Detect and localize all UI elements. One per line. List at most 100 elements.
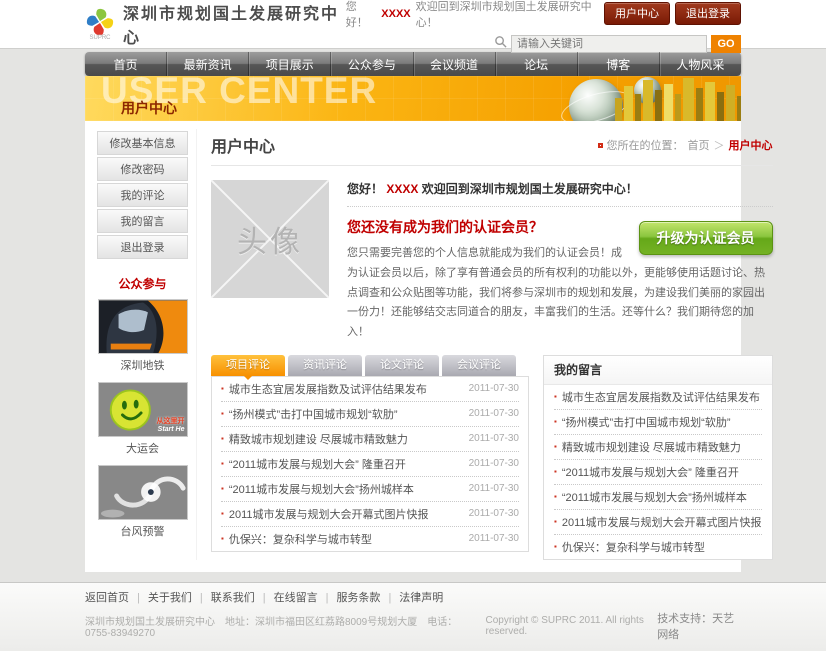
nav-item-label: 论坛: [524, 56, 548, 73]
comment-row[interactable]: ▪ 城市生态宜居发展指数及试评估结果发布 2011-07-30: [221, 377, 519, 402]
comment-date: 2011-07-30: [469, 483, 519, 494]
nav-item-label: 首页: [114, 56, 138, 73]
bullet-icon: ▪: [554, 517, 557, 526]
footer-link[interactable]: 法律声明: [380, 592, 443, 604]
comment-row[interactable]: ▪ 精致城市规划建设 尽展城市精致魅力 2011-07-30: [221, 427, 519, 452]
banner-title-cn: 用户中心: [121, 98, 177, 118]
comment-title[interactable]: “2011城市发展与规划大会”扬州城样本: [229, 481, 463, 497]
participation-thumbnail[interactable]: [98, 465, 188, 520]
nav-item-label: 最新资讯: [184, 56, 232, 73]
typhoon-image: [99, 466, 188, 520]
nav-item[interactable]: 论坛: [495, 52, 577, 76]
participation-item[interactable]: 从这里开Start He 大运会: [97, 382, 188, 456]
thumbnail-overlay-text: 从这里开Start He: [157, 418, 185, 434]
avatar-placeholder-label: 头像: [237, 217, 303, 261]
breadcrumb-label: 您所在的位置：: [607, 137, 684, 153]
top-header: SUPRC 深圳市规划国土发展研究中心 您好！ XXXX 欢迎回到深圳市规划国土…: [0, 0, 826, 49]
comment-title[interactable]: 仇保兴：复杂科学与城市转型: [229, 531, 463, 547]
comment-tab[interactable]: 项目评论: [211, 355, 285, 376]
sidebar-menu-item[interactable]: 修改密码: [97, 157, 188, 181]
footer-link[interactable]: 联系我们: [192, 592, 255, 604]
message-title[interactable]: “扬州模式”击打中国城市规划“软肋”: [562, 414, 762, 430]
nav-item-label: 项目展示: [266, 56, 314, 73]
search-input[interactable]: [511, 35, 707, 53]
message-title[interactable]: “2011城市发展与规划大会”扬州城样本: [562, 489, 762, 505]
nav-item[interactable]: 最新资讯: [166, 52, 248, 76]
nav-item[interactable]: 会议频道: [413, 52, 495, 76]
participation-caption[interactable]: 台风预警: [97, 523, 188, 539]
bullet-icon: ▪: [221, 409, 224, 418]
comment-row[interactable]: ▪ 2011城市发展与规划大会开幕式图片快报 2011-07-30: [221, 502, 519, 527]
sidebar-menu-item[interactable]: 退出登录: [97, 235, 188, 259]
breadcrumb-home[interactable]: 首页: [688, 137, 710, 153]
message-row[interactable]: ▪ 2011城市发展与规划大会开幕式图片快报: [554, 510, 762, 535]
logo-icon: SUPRC: [85, 7, 115, 41]
message-row[interactable]: ▪ 仇保兴：复杂科学与城市转型: [554, 535, 762, 559]
comment-date: 2011-07-30: [469, 458, 519, 469]
search-go-button[interactable]: GO: [711, 35, 741, 53]
location-icon: [598, 143, 603, 148]
site-logo-block[interactable]: SUPRC 深圳市规划国土发展研究中心: [85, 0, 346, 48]
bullet-icon: ▪: [221, 434, 224, 443]
sidebar-menu-item[interactable]: 我的留言: [97, 209, 188, 233]
footer-copyright: Copyright © SUPRC 2011. All rights reser…: [485, 615, 657, 637]
footer-link[interactable]: 返回首页: [85, 592, 129, 604]
comment-title[interactable]: 城市生态宜居发展指数及试评估结果发布: [229, 381, 463, 397]
footer-link[interactable]: 关于我们: [129, 592, 192, 604]
bullet-icon: ▪: [221, 459, 224, 468]
comment-title[interactable]: 2011城市发展与规划大会开幕式图片快报: [229, 506, 463, 522]
participation-item[interactable]: 台风预警: [97, 465, 188, 539]
nav-item[interactable]: 博客: [577, 52, 659, 76]
nav-item[interactable]: 项目展示: [248, 52, 330, 76]
nav-item[interactable]: 公众参与: [330, 52, 412, 76]
main-nav: 首页 最新资讯 项目展示 公众参与 会议频道 论坛 博客 人物风采: [85, 52, 741, 76]
comment-title[interactable]: “扬州模式”击打中国城市规划“软肋”: [229, 406, 463, 422]
message-row[interactable]: ▪ “2011城市发展与规划大会”扬州城样本: [554, 485, 762, 510]
cta-text: 您只需要完善您的个人信息就能成为我们的认证会员！成为认证会员以后，除了享有普通会…: [347, 244, 773, 343]
message-title[interactable]: “2011城市发展与规划大会” 隆重召开: [562, 464, 762, 480]
message-row[interactable]: ▪ “2011城市发展与规划大会” 隆重召开: [554, 460, 762, 485]
message-title[interactable]: 精致城市规划建设 尽展城市精致魅力: [562, 439, 762, 455]
nav-item[interactable]: 首页: [85, 52, 166, 76]
comment-tab[interactable]: 会议评论: [442, 355, 516, 376]
bullet-icon: ▪: [554, 467, 557, 476]
message-title[interactable]: 城市生态宜居发展指数及试评估结果发布: [562, 389, 762, 405]
comment-row[interactable]: ▪ “2011城市发展与规划大会” 隆重召开 2011-07-30: [221, 452, 519, 477]
sidebar-menu-item[interactable]: 我的评论: [97, 183, 188, 207]
breadcrumb-separator: ＞: [714, 137, 725, 153]
nav-item[interactable]: 人物风采: [659, 52, 741, 76]
participation-item[interactable]: 深圳地铁: [97, 299, 188, 373]
participation-thumbnail[interactable]: 从这里开Start He: [98, 382, 188, 437]
sidebar-menu-item[interactable]: 修改基本信息: [97, 131, 188, 155]
logout-button[interactable]: 退出登录: [675, 2, 741, 25]
message-title[interactable]: 2011城市发展与规划大会开幕式图片快报: [562, 514, 762, 530]
breadcrumb-current: 用户中心: [729, 137, 773, 153]
message-row[interactable]: ▪ 精致城市规划建设 尽展城市精致魅力: [554, 435, 762, 460]
nav-item-label: 公众参与: [348, 56, 396, 73]
comment-date: 2011-07-30: [469, 533, 519, 544]
comment-row[interactable]: ▪ 仇保兴：复杂科学与城市转型 2011-07-30: [221, 527, 519, 551]
message-row[interactable]: ▪ “扬州模式”击打中国城市规划“软肋”: [554, 410, 762, 435]
sidebar: 修改基本信息修改密码我的评论我的留言退出登录 公众参与: [95, 129, 197, 560]
comment-tab[interactable]: 论文评论: [365, 355, 439, 376]
bullet-icon: ▪: [554, 392, 557, 401]
footer-link[interactable]: 在线留言: [255, 592, 318, 604]
message-title[interactable]: 仇保兴：复杂科学与城市转型: [562, 539, 762, 555]
participation-list: 深圳地铁: [97, 299, 188, 539]
message-row[interactable]: ▪ 城市生态宜居发展指数及试评估结果发布: [554, 385, 762, 410]
participation-caption[interactable]: 深圳地铁: [97, 357, 188, 373]
main-panel: 用户中心 您所在的位置： 首页 ＞ 用户中心 头像 您好！ XXXX 欢迎回到深…: [197, 129, 773, 560]
comment-tab[interactable]: 资讯评论: [288, 355, 362, 376]
participation-caption[interactable]: 大运会: [97, 440, 188, 456]
upgrade-member-button[interactable]: 升级为认证会员: [639, 221, 773, 255]
participation-thumbnail[interactable]: [98, 299, 188, 354]
user-center-button[interactable]: 用户中心: [604, 2, 670, 25]
bullet-icon: ▪: [554, 492, 557, 501]
comment-title[interactable]: “2011城市发展与规划大会” 隆重召开: [229, 456, 463, 472]
comment-row[interactable]: ▪ “2011城市发展与规划大会”扬州城样本 2011-07-30: [221, 477, 519, 502]
public-participation-section: 公众参与: [97, 275, 188, 539]
comment-row[interactable]: ▪ “扬州模式”击打中国城市规划“软肋” 2011-07-30: [221, 402, 519, 427]
footer-link[interactable]: 服务条款: [318, 592, 381, 604]
site-title: 深圳市规划国土发展研究中心: [123, 0, 346, 48]
comment-title[interactable]: 精致城市规划建设 尽展城市精致魅力: [229, 431, 463, 447]
